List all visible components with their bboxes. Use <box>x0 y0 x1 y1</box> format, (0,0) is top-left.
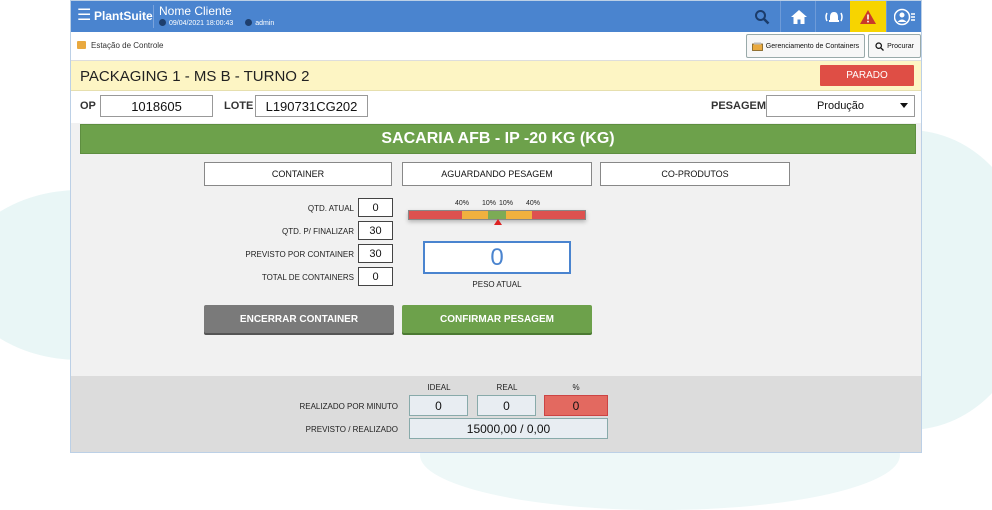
total-containers-value: 0 <box>358 267 393 286</box>
gauge-label: 10% <box>499 200 514 207</box>
forecast-label: PREVISTO / REALIZADO <box>305 425 398 434</box>
per-minute-label: REALIZADO POR MINUTO <box>299 402 398 411</box>
search-icon <box>875 41 885 51</box>
page-title: PACKAGING 1 - MS B - TURNO 2 <box>80 68 310 85</box>
client-name: Nome Cliente <box>159 4 232 18</box>
summary-panel: IDEAL REAL % REALIZADO POR MINUTO 0 0 0 … <box>71 376 921 452</box>
pesagem-select[interactable]: Produção <box>766 95 915 117</box>
gauge-label: 40% <box>526 200 541 207</box>
chevron-down-icon <box>900 103 908 108</box>
divider <box>153 5 154 28</box>
station-icon <box>77 41 86 49</box>
datetime: 09/04/2021 18:00:43 <box>169 20 234 27</box>
previsto-container-label: PREVISTO POR CONTAINER <box>245 250 354 259</box>
brand-logo: PlantSuite <box>94 9 153 23</box>
app-window: ☰ PlantSuite Nome Cliente 09/04/2021 18:… <box>70 0 922 453</box>
gauge-label: 40% <box>455 200 470 207</box>
gauge-zone-warn-low <box>461 211 489 219</box>
op-field[interactable]: 1018605 <box>100 95 213 117</box>
qtd-atual-value: 0 <box>358 198 393 217</box>
col-pct-header: % <box>572 383 580 392</box>
clock-icon <box>159 19 166 26</box>
pesagem-value: Produção <box>816 100 865 112</box>
warning-icon <box>860 9 876 24</box>
gauge-zone-high <box>532 211 585 219</box>
user-icon <box>245 19 253 26</box>
session-info: 09/04/2021 18:00:43 admin <box>159 19 274 27</box>
col-real-header: REAL <box>496 383 518 392</box>
search-records-button[interactable]: Procurar <box>868 34 921 58</box>
product-banner: SACARIA AFB - IP -20 KG (KG) <box>80 124 916 154</box>
tab-container[interactable]: CONTAINER <box>204 162 392 186</box>
close-container-button[interactable]: ENCERRAR CONTAINER <box>204 305 394 333</box>
ideal-value: 0 <box>409 395 468 416</box>
container-icon <box>751 42 763 51</box>
containers-management-button[interactable]: Gerenciamento de Containers <box>746 34 865 58</box>
search-button[interactable] <box>744 1 780 32</box>
production-header: PACKAGING 1 - MS B - TURNO 2 PARADO <box>71 61 921 91</box>
pesagem-label: PESAGEM <box>711 100 767 112</box>
station-breadcrumb[interactable]: Estação de Controle <box>77 41 164 50</box>
tab-aguardando-pesagem[interactable]: AGUARDANDO PESAGEM <box>402 162 592 186</box>
lote-label: LOTE <box>224 100 254 112</box>
search-records-label: Procurar <box>887 42 914 50</box>
qtd-atual-label: QTD. ATUAL <box>307 204 354 213</box>
confirm-weight-button[interactable]: CONFIRMAR PESAGEM <box>402 305 592 333</box>
alarm-button[interactable] <box>815 1 851 32</box>
warning-button[interactable] <box>850 1 886 32</box>
status-badge[interactable]: PARADO <box>820 65 914 86</box>
gauge-pointer-icon <box>494 219 502 225</box>
real-value: 0 <box>477 395 536 416</box>
total-containers-label: TOTAL DE CONTAINERS <box>261 273 354 282</box>
containers-management-label: Gerenciamento de Containers <box>765 42 860 50</box>
station-label: Estação de Controle <box>91 41 164 50</box>
home-icon <box>790 9 807 24</box>
gauge-zone-low <box>409 211 462 219</box>
forecast-value: 15000,00 / 0,00 <box>409 418 608 439</box>
gauge-zone-warn-high <box>505 211 533 219</box>
lote-field[interactable]: L190731CG202 <box>255 95 368 117</box>
pct-value: 0 <box>544 395 608 416</box>
current-weight-label: PESO ATUAL <box>472 280 522 289</box>
search-icon <box>755 9 770 24</box>
tab-co-produtos[interactable]: CO-PRODUTOS <box>600 162 790 186</box>
qtd-finalizar-value: 30 <box>358 221 393 240</box>
username: admin <box>255 20 275 27</box>
sub-toolbar: Estação de Controle Gerenciamento de Con… <box>71 32 921 61</box>
op-label: OP <box>80 100 96 112</box>
home-button[interactable] <box>780 1 816 32</box>
profile-icon <box>893 8 915 25</box>
gauge-label: 10% <box>482 200 497 207</box>
col-ideal-header: IDEAL <box>427 383 451 392</box>
menu-icon[interactable]: ☰ <box>77 8 91 24</box>
profile-button[interactable] <box>886 1 921 32</box>
current-weight-display: 0 <box>423 241 571 274</box>
alarm-icon <box>824 11 843 22</box>
top-bar: ☰ PlantSuite Nome Cliente 09/04/2021 18:… <box>71 1 921 32</box>
previsto-container-value: 30 <box>358 244 393 263</box>
qtd-finalizar-label: QTD. P/ FINALIZAR <box>281 227 354 236</box>
order-info-row: OP 1018605 LOTE L190731CG202 PESAGEM Pro… <box>71 91 921 123</box>
gauge-zone-ok <box>488 211 506 219</box>
